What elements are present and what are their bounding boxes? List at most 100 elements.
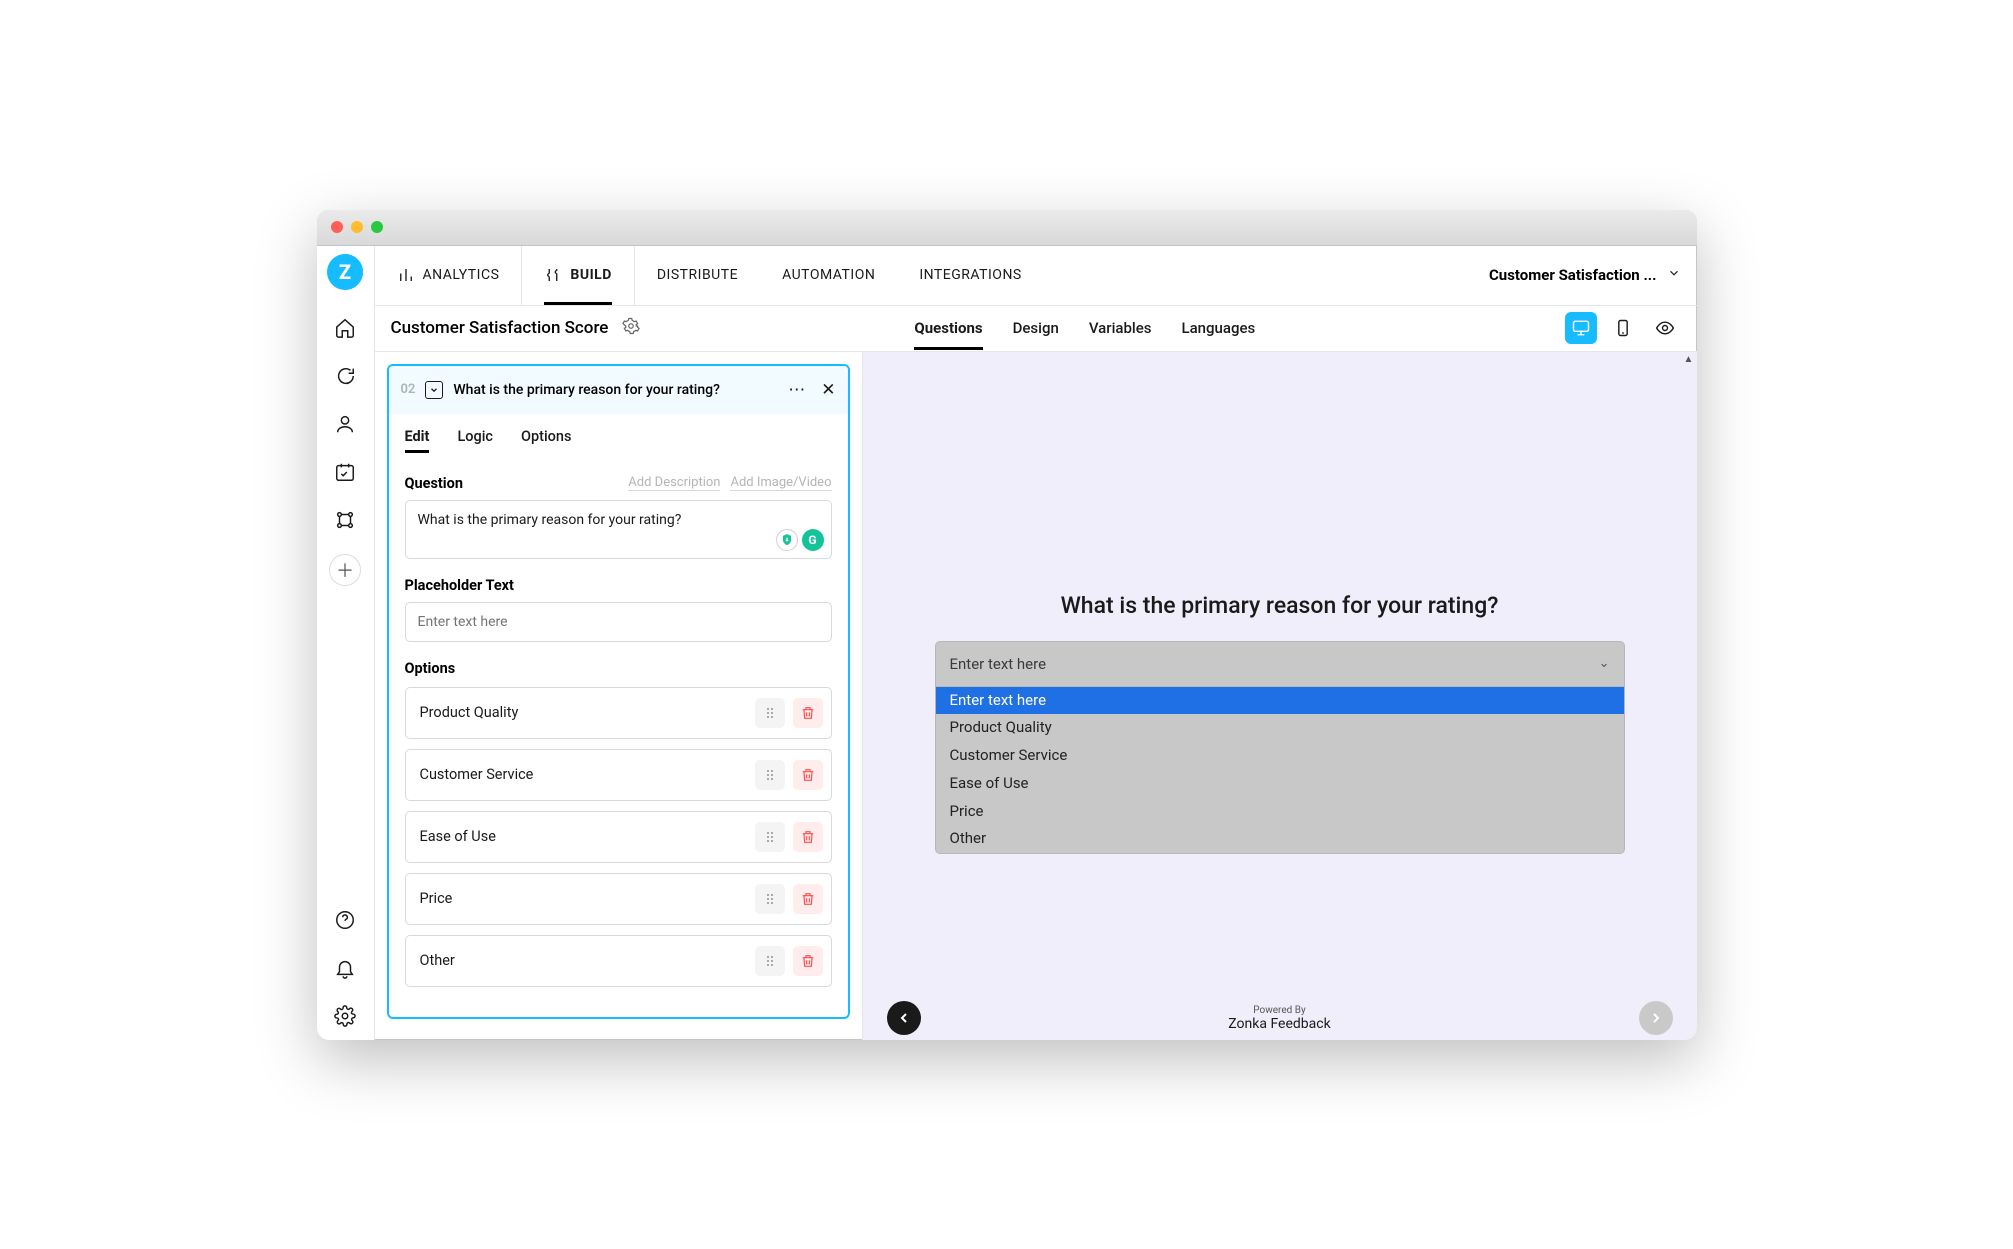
nav-analytics[interactable]: ANALYTICS (375, 246, 523, 305)
help-icon[interactable] (327, 902, 363, 938)
tab-languages[interactable]: Languages (1181, 307, 1255, 349)
add-button[interactable]: ＋ (329, 554, 361, 586)
question-number: 02 (401, 382, 416, 397)
powered-by-label: Powered By (1228, 1005, 1330, 1016)
delete-option-button[interactable] (793, 946, 823, 976)
chat-icon[interactable] (327, 358, 363, 394)
placeholder-label: Placeholder Text (405, 577, 832, 594)
nav-build[interactable]: BUILD (522, 246, 634, 305)
preview-select-placeholder: Enter text here (950, 655, 1047, 673)
nav-analytics-label: ANALYTICS (423, 267, 500, 283)
tab-variables[interactable]: Variables (1089, 307, 1152, 349)
delete-option-button[interactable] (793, 822, 823, 852)
delete-option-button[interactable] (793, 884, 823, 914)
option-row: Product Quality (405, 687, 832, 739)
browser-frame: Z ＋ (317, 210, 1697, 1040)
bars-icon (397, 266, 415, 284)
question-input[interactable]: What is the primary reason for your rati… (405, 500, 832, 559)
survey-settings-icon[interactable] (622, 317, 640, 339)
home-icon[interactable] (327, 310, 363, 346)
tools-icon (544, 266, 562, 284)
survey-selector[interactable]: Customer Satisfaction ... (1473, 246, 1697, 305)
option-text[interactable]: Ease of Use (420, 828, 747, 845)
prev-button[interactable] (887, 1001, 921, 1035)
option-row: Price (405, 873, 832, 925)
chevron-down-icon (1667, 266, 1681, 284)
calendar-check-icon[interactable] (327, 454, 363, 490)
window-close-icon[interactable] (331, 221, 343, 233)
option-text[interactable]: Product Quality (420, 704, 747, 721)
preview-dropdown: Enter text here Product Quality Customer… (935, 687, 1625, 855)
nav-integrations[interactable]: INTEGRATIONS (897, 246, 1043, 305)
question-label: Question (405, 475, 463, 492)
inner-tab-edit[interactable]: Edit (405, 428, 430, 453)
question-card: 02 What is the primary reason for your r… (387, 364, 850, 1019)
settings-icon[interactable] (327, 998, 363, 1034)
main-area: ANALYTICS BUILD DISTRIBUTE AUTOMATION IN… (375, 246, 1697, 1040)
device-desktop-button[interactable] (1565, 312, 1597, 344)
preview-eye-button[interactable] (1649, 312, 1681, 344)
top-nav: ANALYTICS BUILD DISTRIBUTE AUTOMATION IN… (375, 246, 1697, 306)
shield-download-icon[interactable] (776, 529, 798, 551)
more-icon[interactable]: ⋯ (788, 380, 805, 400)
inner-tab-options[interactable]: Options (521, 428, 571, 453)
nav-integrations-label: INTEGRATIONS (919, 267, 1021, 283)
drag-handle-icon[interactable] (755, 946, 785, 976)
preview-footer: Powered By Zonka Feedback (863, 1005, 1697, 1032)
question-input-wrap: What is the primary reason for your rati… (405, 500, 832, 559)
dropdown-item[interactable]: Product Quality (936, 714, 1624, 742)
option-text[interactable]: Price (420, 890, 747, 907)
grammarly-icon[interactable]: G (802, 529, 824, 551)
preview-question-text: What is the primary reason for your rati… (1061, 592, 1499, 619)
tab-design[interactable]: Design (1013, 307, 1059, 349)
question-header: 02 What is the primary reason for your r… (389, 366, 848, 414)
powered-by-brand: Zonka Feedback (1228, 1016, 1330, 1032)
powered-by: Powered By Zonka Feedback (1228, 1005, 1330, 1032)
survey-selector-label: Customer Satisfaction ... (1489, 266, 1657, 284)
add-media-button[interactable]: Add Image/Video (730, 475, 831, 491)
nav-automation[interactable]: AUTOMATION (760, 246, 897, 305)
workspace: 02 What is the primary reason for your r… (375, 352, 1697, 1040)
preview-panel: ▲ What is the primary reason for your ra… (863, 352, 1697, 1040)
dropdown-item[interactable]: Ease of Use (936, 770, 1624, 798)
placeholder-input[interactable] (405, 602, 832, 642)
question-field-actions: Add Description Add Image/Video (628, 475, 831, 491)
dropdown-item[interactable]: Customer Service (936, 742, 1624, 770)
next-button[interactable] (1639, 1001, 1673, 1035)
drag-handle-icon[interactable] (755, 760, 785, 790)
user-icon[interactable] (327, 406, 363, 442)
nav-distribute-label: DISTRIBUTE (657, 267, 738, 283)
drag-handle-icon[interactable] (755, 884, 785, 914)
nav-distribute[interactable]: DISTRIBUTE (635, 246, 760, 305)
sub-bar: Customer Satisfaction Score Questions De… (375, 306, 1697, 352)
device-toggles (1565, 312, 1681, 344)
preview-select[interactable]: Enter text here ⌄ (935, 641, 1625, 687)
browser-titlebar (317, 210, 1697, 246)
add-description-button[interactable]: Add Description (628, 475, 720, 491)
nav-build-label: BUILD (570, 267, 611, 283)
delete-option-button[interactable] (793, 760, 823, 790)
drag-handle-icon[interactable] (755, 698, 785, 728)
window-maximize-icon[interactable] (371, 221, 383, 233)
drag-handle-icon[interactable] (755, 822, 785, 852)
inner-tab-logic[interactable]: Logic (457, 428, 493, 453)
option-text[interactable]: Other (420, 952, 747, 969)
workflow-icon[interactable] (327, 502, 363, 538)
close-icon[interactable]: ✕ (821, 380, 835, 400)
option-text[interactable]: Customer Service (420, 766, 747, 783)
dropdown-item[interactable]: Enter text here (936, 687, 1624, 715)
builder-tabs: Questions Design Variables Languages (914, 307, 1255, 349)
question-header-actions: ⋯ ✕ (788, 380, 835, 400)
chevron-down-icon: ⌄ (1599, 656, 1610, 671)
dropdown-item[interactable]: Price (936, 798, 1624, 826)
bell-icon[interactable] (327, 950, 363, 986)
device-mobile-button[interactable] (1607, 312, 1639, 344)
delete-option-button[interactable] (793, 698, 823, 728)
survey-title: Customer Satisfaction Score (391, 318, 609, 338)
dropdown-type-icon (425, 381, 443, 399)
tab-questions[interactable]: Questions (914, 307, 982, 349)
dropdown-item[interactable]: Other (936, 825, 1624, 853)
option-row: Ease of Use (405, 811, 832, 863)
brand-logo[interactable]: Z (327, 254, 363, 290)
window-minimize-icon[interactable] (351, 221, 363, 233)
